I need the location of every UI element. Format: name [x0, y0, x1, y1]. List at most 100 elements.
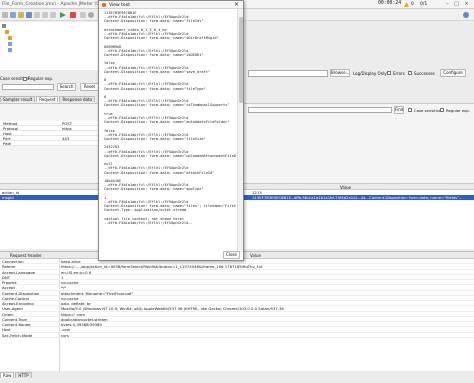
new-icon[interactable]	[2, 12, 8, 18]
find-bar: Find Case sensitive Regular exp.	[244, 106, 474, 115]
header-value: attachment; filename="FirstFloor.pdf"	[61, 290, 134, 296]
find-case-sensitive-checkbox[interactable]	[408, 108, 412, 112]
find-button[interactable]: Find	[394, 106, 404, 114]
header-key: User-Agent	[2, 306, 23, 312]
table-row[interactable]: Sec-Fetch-Mode cors	[0, 333, 474, 338]
dialog-text-line: Content-Disposition: form-data; name="is…	[104, 103, 230, 108]
test-plan-tree	[0, 22, 104, 70]
paste-icon[interactable]	[50, 12, 56, 18]
open-icon[interactable]	[18, 12, 24, 18]
maximize-button[interactable]: □	[453, 1, 460, 7]
header-value: */*	[61, 285, 67, 291]
dialog-text-area[interactable]: 113E7B3E9EC8B1E --dffb-F4b1a1ab/fvl:/Eflh…	[104, 11, 236, 247]
table-row[interactable]: Path	[0, 141, 104, 146]
start-icon[interactable]	[60, 12, 66, 18]
errors-checkbox[interactable]	[387, 71, 391, 75]
header-key: Connection	[2, 259, 24, 264]
tree-node-icon	[8, 48, 12, 52]
bottom-tabs: Raw HTTP	[0, 372, 32, 380]
dialog-title: View text	[109, 2, 130, 8]
header-key: Accept	[2, 285, 15, 291]
header-key: Pragma	[2, 280, 17, 285]
tree-node-icon	[2, 24, 6, 28]
search-icon[interactable]	[88, 12, 94, 18]
header-key: Cache-Control	[2, 295, 29, 301]
clear-icon[interactable]	[80, 12, 86, 18]
listener-header: Browse... Log/Display Only: Errors Succe…	[244, 66, 474, 78]
dialog-close-icon[interactable]: ×	[234, 1, 239, 8]
save-icon[interactable]	[26, 12, 32, 18]
tree-node-icon	[8, 36, 12, 40]
header-value: no-cache	[61, 280, 79, 285]
header-key: Accept-Encoding	[2, 301, 34, 306]
regular-exp-checkbox[interactable]	[23, 77, 27, 81]
dialog-titlebar: View text ×	[99, 1, 243, 9]
tree-node-icon	[5, 30, 9, 34]
stop-icon[interactable]	[70, 12, 76, 18]
template-icon[interactable]	[10, 12, 16, 18]
dialog-scrollbar[interactable]	[237, 9, 243, 252]
header-value: bytes 0-39388/39389	[61, 322, 102, 327]
header-value: en-US,en;q=0.9	[61, 269, 92, 275]
header-key: Content-Type	[2, 316, 27, 322]
header-value: Mozilla/5.0 (Windows NT 10.0; Win64; x64…	[61, 306, 284, 312]
configure-button[interactable]: Configure	[440, 69, 466, 77]
header-key: Origin	[2, 311, 14, 317]
header-value: .com	[61, 327, 71, 333]
find-input[interactable]	[248, 107, 392, 113]
header-key: Accept-Language	[2, 269, 36, 275]
tree-node-icon	[8, 42, 12, 46]
header-value-column: Value	[250, 253, 261, 258]
request-key: Path	[3, 141, 12, 146]
request-headers-table: Request header Value Connection keep-aliv…	[0, 251, 474, 372]
tab-sampler-result[interactable]: Sampler result	[0, 96, 36, 102]
dialog-close-button[interactable]: Close	[223, 251, 240, 259]
help-icon[interactable]	[463, 12, 469, 18]
warning-icon	[404, 2, 409, 7]
result-tabs: Sampler result Request Response data	[0, 96, 104, 103]
find-regexp-label: Regular exp.	[446, 108, 470, 113]
tab-response-data[interactable]: Response data	[59, 96, 95, 102]
minimize-button[interactable]: –	[444, 1, 451, 7]
scrollbar-thumb[interactable]	[239, 17, 243, 103]
browse-button[interactable]: Browse...	[330, 69, 350, 77]
header-key: Host	[2, 327, 11, 333]
tab-request[interactable]: Request	[36, 96, 59, 102]
search-input[interactable]	[2, 84, 54, 90]
errors-label: Errors	[393, 71, 405, 76]
header-value: https:// .com	[61, 311, 86, 317]
search-button[interactable]: Search	[57, 83, 76, 91]
header-value: gzip, deflate, br	[61, 301, 91, 306]
find-case-sensitive-label: Case sensitive	[414, 108, 442, 113]
header-value: https://...../app/action_id=9038/formSel…	[61, 264, 263, 270]
param-name: msgId	[2, 195, 14, 200]
dialog-text-line: Content-Disposition: form-data; name="au…	[104, 120, 230, 125]
tab-raw[interactable]: Raw	[0, 372, 15, 378]
cut-icon[interactable]	[34, 12, 40, 18]
tab-http[interactable]: HTTP	[15, 372, 32, 378]
warnings-count: 0	[411, 2, 414, 7]
find-regexp-checkbox[interactable]	[440, 108, 444, 112]
header-key: Sec-Fetch-Mode	[2, 332, 33, 338]
header-key: Content-Disposition	[2, 290, 40, 296]
window-close-button[interactable]: ×	[463, 1, 470, 7]
header-value: cors	[61, 332, 69, 338]
view-text-dialog: View text × 113E7B3E9EC8B1E --dffb-F4b1a1…	[98, 0, 244, 261]
elapsed-timer: 00:00:24	[378, 1, 402, 6]
reset-button[interactable]: Reset	[80, 83, 99, 91]
header-value: keep-alive	[61, 259, 81, 264]
header-key: DNT	[2, 274, 11, 280]
threads-count: 0/1	[420, 2, 428, 7]
dialog-text-line: Content-Disposition: form-data; name="sD…	[104, 36, 219, 41]
header-name-column: Request header	[10, 253, 42, 258]
filename-field[interactable]	[248, 70, 328, 77]
regular-exp-label: Regular exp.	[28, 76, 54, 81]
request-table: Method POST Protocol https Host Port 443 Pa…	[0, 121, 104, 146]
copy-icon[interactable]	[42, 12, 48, 18]
successes-checkbox[interactable]	[408, 71, 412, 75]
header-key: Referer	[2, 264, 16, 270]
java-icon	[102, 3, 106, 7]
header-value: no-cache	[61, 295, 79, 301]
header-value: 1	[61, 274, 64, 280]
header-value: application/octet-stream	[61, 316, 108, 322]
